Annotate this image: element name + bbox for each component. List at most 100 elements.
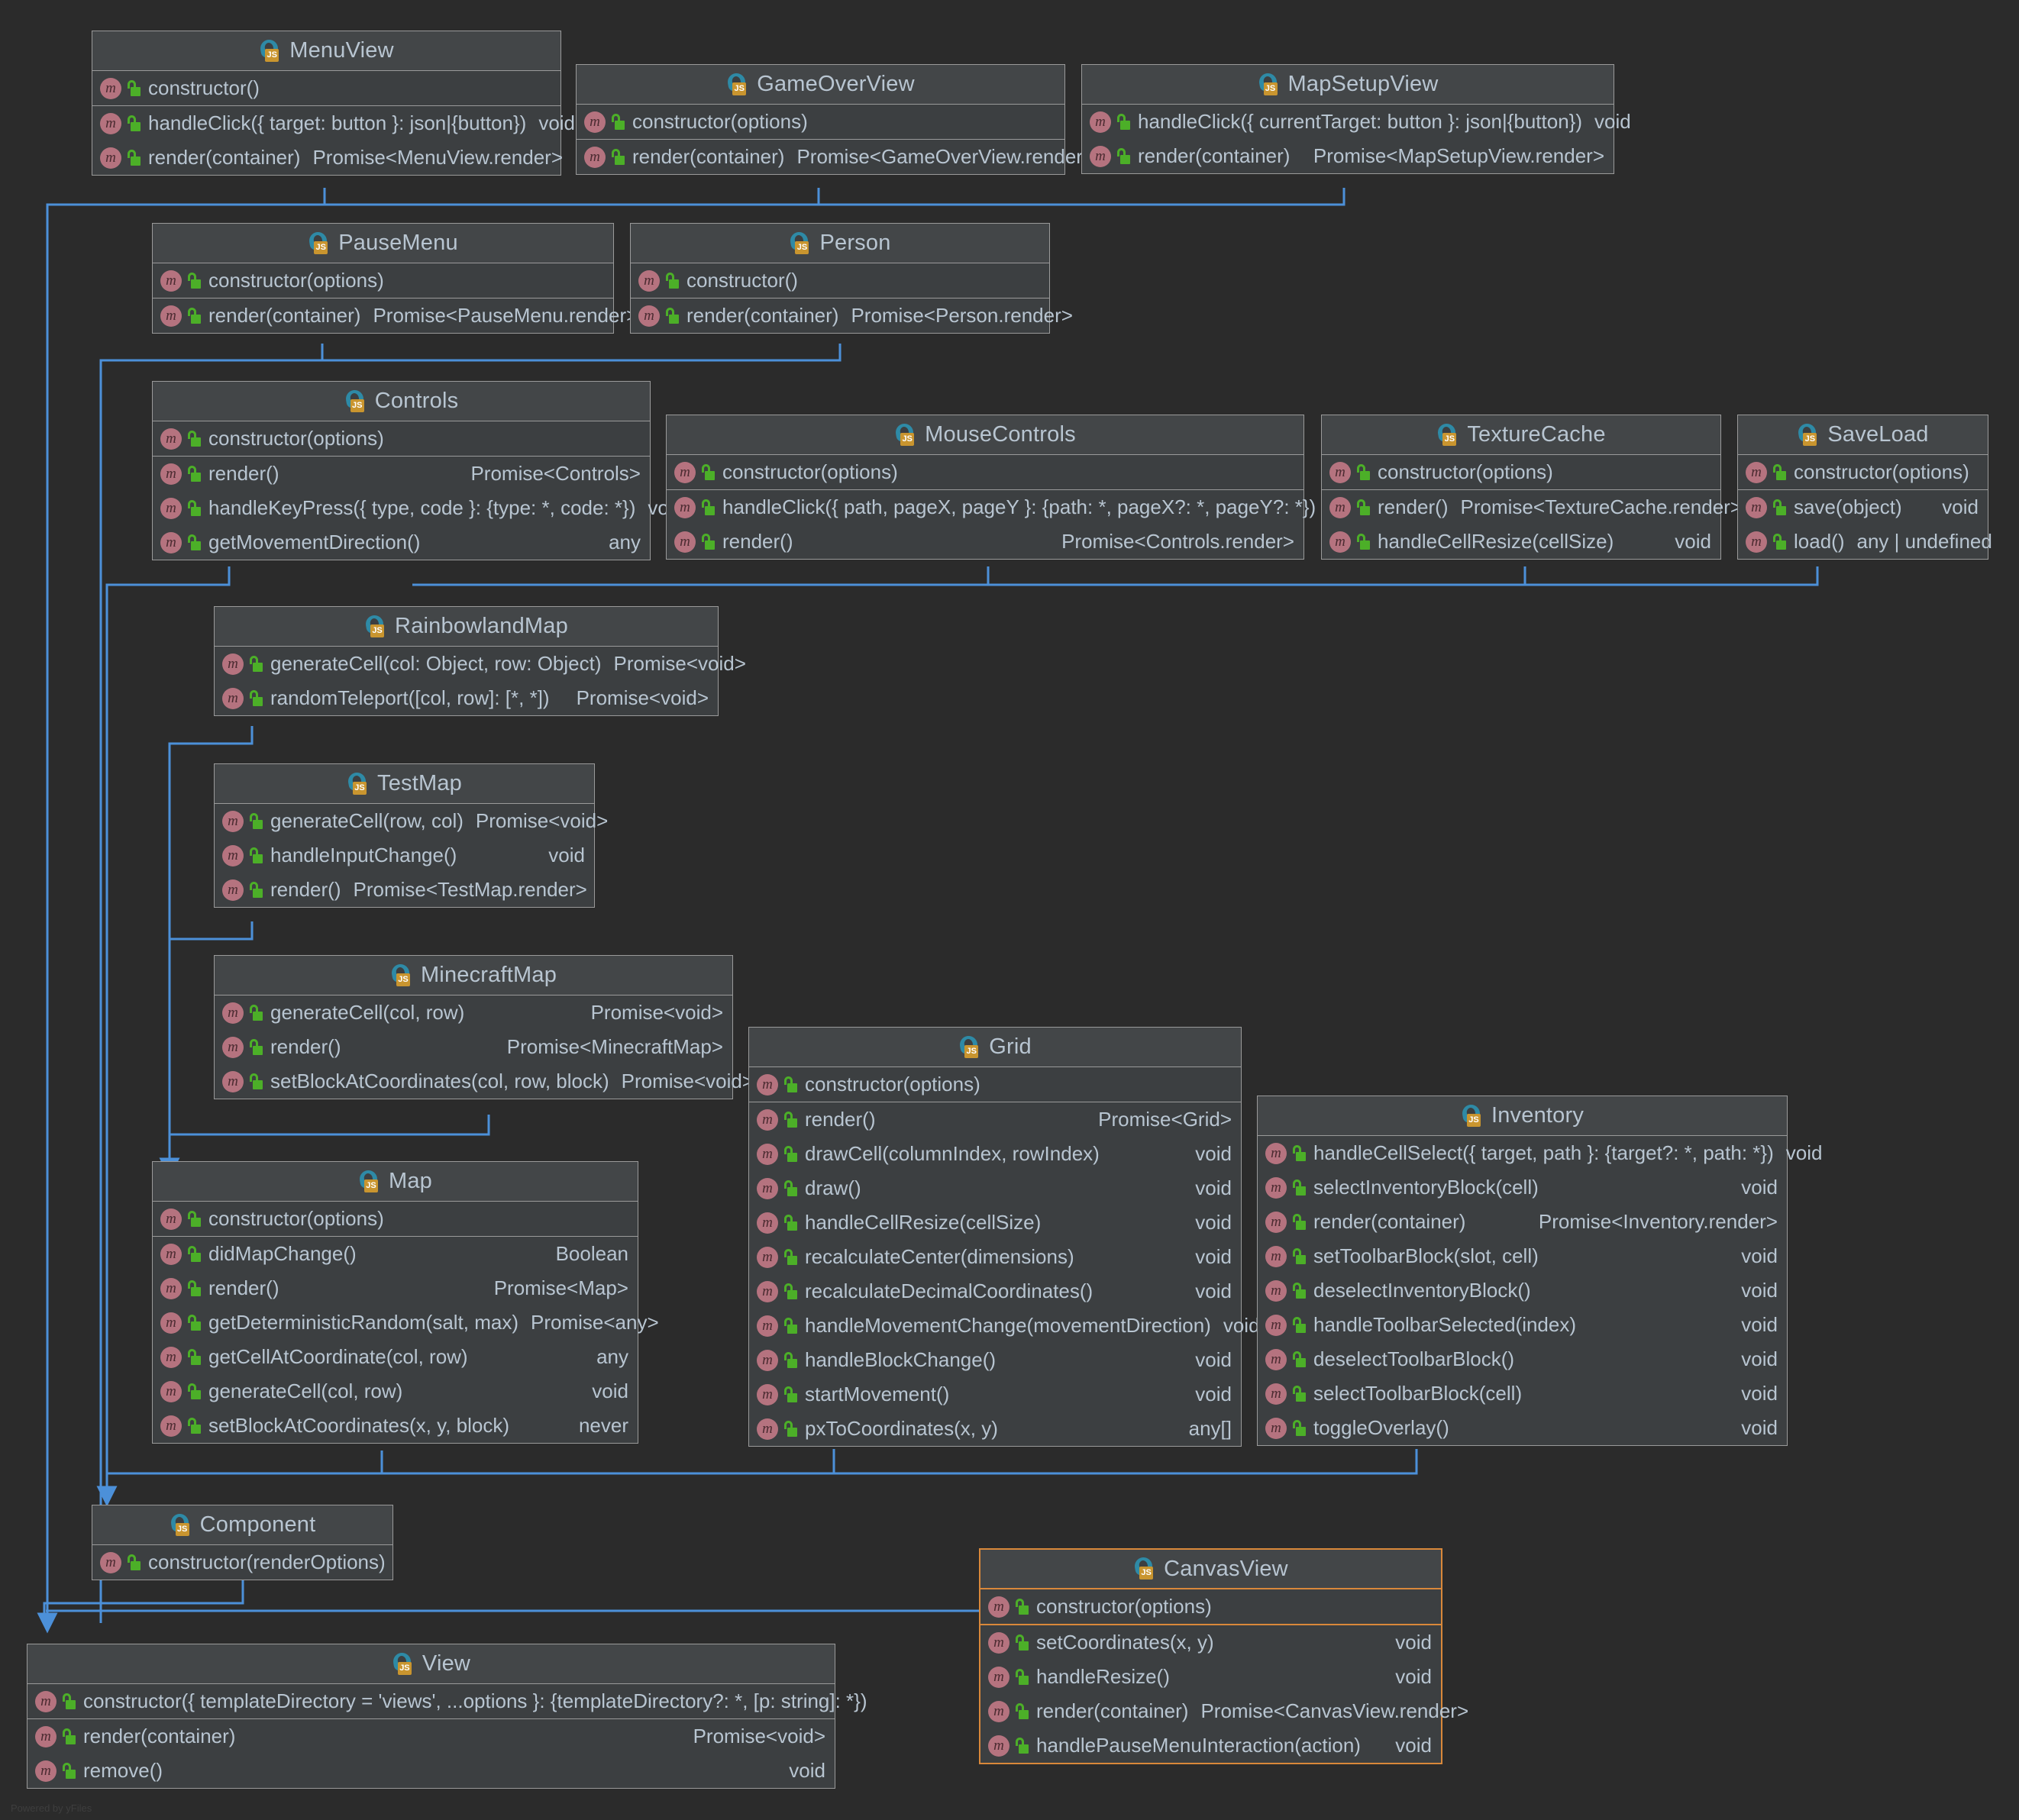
method-m-icon: m: [1329, 531, 1351, 553]
member-signature: constructor(renderOptions): [148, 1551, 386, 1573]
member-row[interactable]: m constructor({ templateDirectory = 'view…: [27, 1684, 867, 1718]
member-row[interactable]: m didMapChange() Boolean: [153, 1237, 638, 1271]
uml-class-menuview[interactable]: JS MenuView m constructor() m handleClick({ t…: [92, 31, 575, 176]
uml-class-person[interactable]: JS Person m constructor() m render(container)…: [630, 223, 1073, 334]
member-row[interactable]: m render(container) Promise<void>: [27, 1719, 835, 1754]
member-row[interactable]: m constructor(options): [153, 1202, 638, 1236]
member-signature: render(container): [208, 304, 361, 327]
member-row[interactable]: m render() Promise<MinecraftMap>: [215, 1030, 732, 1064]
member-row[interactable]: m generateCell(col, row) Promise<void>: [215, 996, 732, 1030]
member-row[interactable]: m handleToolbarSelected(index) void: [1258, 1308, 1787, 1342]
member-row[interactable]: m constructor(options): [980, 1589, 1441, 1624]
member-section: m constructor(renderOptions): [92, 1545, 392, 1580]
member-row[interactable]: m render(container) Promise<PauseMenu.rend…: [153, 298, 638, 333]
uml-class-map[interactable]: JS Map m constructor(options) m didMapChange(…: [152, 1161, 659, 1444]
member-signature: render(): [805, 1108, 876, 1131]
member-row[interactable]: m handlePauseMenuInteraction(action) void: [980, 1728, 1441, 1763]
member-row[interactable]: m selectToolbarBlock(cell) void: [1258, 1376, 1787, 1411]
member-row[interactable]: m handleResize() void: [980, 1660, 1441, 1694]
uml-class-component[interactable]: JS Component m constructor(renderOptions): [92, 1505, 393, 1580]
member-row[interactable]: m setBlockAtCoordinates(x, y, block) never: [153, 1409, 638, 1443]
member-row[interactable]: m pxToCoordinates(x, y) any[]: [749, 1412, 1241, 1446]
member-row[interactable]: m render(container) Promise<MapSetupView.r…: [1082, 139, 1614, 173]
member-row[interactable]: m deselectToolbarBlock() void: [1258, 1342, 1787, 1376]
member-row[interactable]: m generateCell(row, col) Promise<void>: [215, 804, 608, 838]
member-row[interactable]: m constructor(options): [153, 263, 613, 298]
member-row[interactable]: m handleCellResize(cellSize) void: [749, 1205, 1241, 1240]
member-row[interactable]: m drawCell(columnIndex, rowIndex) void: [749, 1137, 1241, 1171]
member-row[interactable]: m remove() void: [27, 1754, 835, 1788]
member-row[interactable]: m setBlockAtCoordinates(col, row, block) P…: [215, 1064, 754, 1099]
uml-class-view[interactable]: JS View m constructor({ templateDirectory =…: [27, 1644, 867, 1789]
member-row[interactable]: m handleBlockChange() void: [749, 1343, 1241, 1377]
uml-class-pausemenu[interactable]: JS PauseMenu m constructor(options) m render(…: [152, 223, 638, 334]
uml-class-controls[interactable]: JS Controls m constructor(options) m render()…: [152, 381, 684, 560]
uml-class-inventory[interactable]: JS Inventory m handleCellSelect({ target, p…: [1257, 1096, 1822, 1446]
member-row[interactable]: m constructor(options): [667, 455, 1303, 489]
member-row[interactable]: m recalculateCenter(dimensions) void: [749, 1240, 1241, 1274]
member-row[interactable]: m setCoordinates(x, y) void: [980, 1625, 1441, 1660]
member-row[interactable]: m handleCellResize(cellSize) void: [1322, 524, 1720, 559]
member-row[interactable]: m startMovement() void: [749, 1377, 1241, 1412]
member-row[interactable]: m constructor(options): [577, 105, 1064, 139]
uml-class-saveload[interactable]: JS SaveLoad m constructor(options) m save(obj…: [1737, 415, 1992, 560]
member-row[interactable]: m handleKeyPress({ type, code }: {type: *…: [153, 491, 684, 525]
member-row[interactable]: m render(container) Promise<MenuView.rende…: [92, 140, 563, 175]
member-row[interactable]: m render(container) Promise<Person.render>: [631, 298, 1073, 333]
uml-class-mapsetupview[interactable]: JS MapSetupView m handleClick({ currentTarg…: [1081, 64, 1631, 174]
member-row[interactable]: m render() Promise<Grid>: [749, 1102, 1241, 1137]
uml-class-minecraftmap[interactable]: JS MinecraftMap m generateCell(col, row) Pro…: [214, 955, 754, 1099]
member-row[interactable]: m render(container) Promise<CanvasView.ren…: [980, 1694, 1468, 1728]
member-row[interactable]: m render(container) Promise<Inventory.rend…: [1258, 1205, 1787, 1239]
member-row[interactable]: m handleClick({ currentTarget: button }: …: [1082, 105, 1631, 139]
class-name: GameOverView: [757, 72, 915, 96]
member-row[interactable]: m load() any | undefined: [1738, 524, 1992, 559]
member-signature: generateCell(col: Object, row: Object): [270, 652, 602, 675]
member-row[interactable]: m render() Promise<Controls.render>: [667, 524, 1303, 559]
member-row[interactable]: m getMovementDirection() any: [153, 525, 650, 560]
member-row[interactable]: m render() Promise<TextureCache.render>: [1322, 490, 1742, 524]
member-section: m didMapChange() Boolean m render() Promise<M…: [153, 1236, 659, 1443]
uml-class-gameoverview[interactable]: JS GameOverView m constructor(options) m rend…: [576, 64, 1094, 175]
member-row[interactable]: m setToolbarBlock(slot, cell) void: [1258, 1239, 1787, 1273]
method-m-icon: m: [35, 1725, 57, 1747]
member-row[interactable]: m constructor(): [631, 263, 1049, 298]
member-row[interactable]: m render() Promise<TestMap.render>: [215, 873, 594, 907]
member-row[interactable]: m handleMovementChange(movementDirection)…: [749, 1309, 1260, 1343]
member-row[interactable]: m handleClick({ path, pageX, pageY }: {pa…: [667, 490, 1365, 524]
member-row[interactable]: m draw() void: [749, 1171, 1241, 1205]
member-row[interactable]: m save(object) void: [1738, 490, 1988, 524]
member-row[interactable]: m handleInputChange() void: [215, 838, 594, 873]
uml-class-canvasview[interactable]: JS CanvasView m constructor(options) m setCoo…: [979, 1548, 1468, 1764]
member-row[interactable]: m constructor(options): [153, 421, 650, 456]
member-row[interactable]: m render() Promise<Controls>: [153, 457, 650, 491]
uml-class-texturecache[interactable]: JS TextureCache m constructor(options) m rend…: [1321, 415, 1742, 560]
uml-class-mousecontrols[interactable]: JS MouseControls m constructor(options) m han…: [666, 415, 1365, 560]
uml-class-rainbowlandmap[interactable]: JS RainbowlandMap m generateCell(col: Objec…: [214, 606, 746, 716]
uml-class-testmap[interactable]: JS TestMap m generateCell(row, col) Promise<…: [214, 763, 608, 908]
member-row[interactable]: m constructor(options): [749, 1067, 1241, 1102]
member-row[interactable]: m render(container) Promise<GameOverView.r…: [577, 140, 1094, 174]
member-row[interactable]: m getDeterministicRandom(salt, max) Promis…: [153, 1305, 659, 1340]
member-row[interactable]: m getCellAtCoordinate(col, row) any: [153, 1340, 638, 1374]
member-row[interactable]: m generateCell(col, row) void: [153, 1374, 638, 1409]
member-row[interactable]: m constructor(renderOptions): [92, 1545, 392, 1580]
uml-class-grid[interactable]: JS Grid m constructor(options) m render() Prom…: [748, 1027, 1260, 1447]
member-row[interactable]: m constructor(options): [1322, 455, 1720, 489]
member-row[interactable]: m constructor(options): [1738, 455, 1988, 489]
uml-class-diagram-canvas[interactable]: JS MenuView m constructor() m handleClick({ t…: [0, 0, 2019, 1820]
member-row[interactable]: m randomTeleport([col, row]: [*, *]) Promi…: [215, 681, 718, 715]
unlocked-padlock-icon: [1292, 1316, 1306, 1334]
member-section: m constructor(options): [749, 1067, 1241, 1102]
member-row[interactable]: m constructor(): [92, 71, 560, 105]
member-row[interactable]: m toggleOverlay() void: [1258, 1411, 1787, 1445]
member-row[interactable]: m generateCell(col: Object, row: Object) P…: [215, 647, 746, 681]
unlocked-padlock-icon: [249, 1038, 263, 1056]
member-row[interactable]: m recalculateDecimalCoordinates() void: [749, 1274, 1241, 1309]
member-signature: handleInputChange(): [270, 844, 457, 866]
member-row[interactable]: m selectInventoryBlock(cell) void: [1258, 1170, 1787, 1205]
member-row[interactable]: m render() Promise<Map>: [153, 1271, 638, 1305]
member-row[interactable]: m handleCellSelect({ target, path }: {tar…: [1258, 1136, 1822, 1170]
member-row[interactable]: m handleClick({ target: button }: json|{b…: [92, 106, 575, 140]
member-row[interactable]: m deselectInventoryBlock() void: [1258, 1273, 1787, 1308]
